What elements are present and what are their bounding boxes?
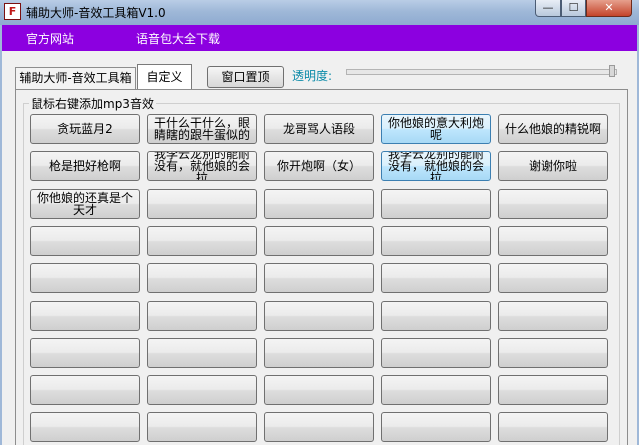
sound-button[interactable] (498, 263, 608, 293)
sound-button[interactable]: 谢谢你啦 (498, 151, 608, 181)
sound-button[interactable] (498, 412, 608, 442)
sound-button[interactable]: 贪玩蓝月2 (30, 114, 140, 144)
opacity-slider[interactable] (346, 69, 617, 75)
sound-button[interactable] (147, 375, 257, 405)
window-pin-button[interactable]: 窗口置顶 (207, 66, 284, 88)
tab-custom[interactable]: 自定义 (137, 64, 192, 89)
sound-button[interactable]: 什么他娘的精锐啊 (498, 114, 608, 144)
sound-button[interactable] (147, 338, 257, 368)
sound-button[interactable]: 你他娘的意大利炮呢 (381, 114, 491, 144)
sound-button[interactable] (381, 375, 491, 405)
sound-button[interactable] (264, 263, 374, 293)
main-window: 官方网站 语音包大全下载 辅助大师-音效工具箱 自定义 窗口置顶 透明度: 鼠标… (0, 25, 639, 445)
sound-button-label: 谢谢你啦 (528, 159, 577, 173)
menu-official-site[interactable]: 官方网站 (26, 30, 74, 47)
opacity-slider-thumb[interactable] (609, 65, 615, 77)
sound-button-label: 我李云龙别的能耐没有，就他娘的会拉 (387, 151, 484, 181)
app-icon: F (4, 3, 21, 20)
close-button[interactable]: ✕ (586, 0, 632, 17)
sound-button[interactable] (381, 263, 491, 293)
sound-button-label: 你开炮啊（女） (276, 159, 361, 173)
sound-button[interactable]: 你开炮啊（女） (264, 151, 374, 181)
opacity-label: 透明度: (292, 69, 333, 83)
sound-button[interactable]: 我李云龙别的能耐没有，就他娘的会拉 (381, 151, 491, 181)
sound-button[interactable] (498, 301, 608, 331)
sound-button[interactable] (264, 375, 374, 405)
sound-button-label: 我李云龙別的能耐没有，就他娘的会拉 (153, 151, 250, 181)
sound-button-label: 干什么干什么，眼睛瞎的跟牛蛋似的 (153, 116, 250, 142)
sound-button-label: 龙哥骂人语段 (282, 122, 355, 136)
sound-button[interactable] (30, 338, 140, 368)
sound-button[interactable] (30, 226, 140, 256)
sound-button[interactable] (264, 338, 374, 368)
sound-button[interactable] (381, 301, 491, 331)
sound-button[interactable] (30, 263, 140, 293)
sound-button[interactable] (498, 375, 608, 405)
tab-sound-toolbox[interactable]: 辅助大师-音效工具箱 (15, 67, 136, 89)
sound-button[interactable] (498, 226, 608, 256)
sound-button[interactable] (498, 189, 608, 219)
sound-button[interactable] (264, 412, 374, 442)
sound-button[interactable] (147, 301, 257, 331)
sound-button[interactable] (381, 412, 491, 442)
sound-button[interactable]: 龙哥骂人语段 (264, 114, 374, 144)
sound-button[interactable] (147, 189, 257, 219)
sound-button[interactable]: 我李云龙別的能耐没有，就他娘的会拉 (147, 151, 257, 181)
sound-button[interactable]: 你他娘的还真是个天才 (30, 189, 140, 219)
menu-voice-pack-download[interactable]: 语音包大全下载 (136, 30, 220, 47)
sound-button[interactable]: 枪是把好枪啊 (30, 151, 140, 181)
sound-button-label: 你他娘的还真是个天才 (36, 191, 133, 217)
sound-button[interactable] (147, 226, 257, 256)
sound-button[interactable] (264, 189, 374, 219)
sound-button[interactable] (381, 189, 491, 219)
sound-button[interactable] (498, 338, 608, 368)
sound-button[interactable] (264, 301, 374, 331)
group-label: 鼠标右键添加mp3音效 (29, 95, 156, 112)
sound-button[interactable] (381, 226, 491, 256)
sound-button[interactable] (30, 301, 140, 331)
sound-button[interactable] (30, 412, 140, 442)
sound-button-label: 你他娘的意大利炮呢 (387, 116, 484, 142)
window-title: 辅助大师-音效工具箱V1.0 (26, 6, 166, 20)
sound-button-label: 什么他娘的精锐啊 (504, 122, 601, 136)
sound-button[interactable] (147, 263, 257, 293)
sound-button-label: 贪玩蓝月2 (57, 122, 113, 136)
sound-button-label: 枪是把好枪啊 (48, 159, 121, 173)
menu-bar: 官方网站 语音包大全下载 (2, 25, 637, 51)
sound-button[interactable] (381, 338, 491, 368)
sound-button[interactable]: 干什么干什么，眼睛瞎的跟牛蛋似的 (147, 114, 257, 144)
sound-button[interactable] (30, 375, 140, 405)
sound-button[interactable] (147, 412, 257, 442)
title-bar[interactable]: F 辅助大师-音效工具箱V1.0 — ☐ ✕ (0, 0, 639, 25)
maximize-button[interactable]: ☐ (561, 0, 586, 17)
sound-button[interactable] (264, 226, 374, 256)
minimize-button[interactable]: — (535, 0, 561, 17)
